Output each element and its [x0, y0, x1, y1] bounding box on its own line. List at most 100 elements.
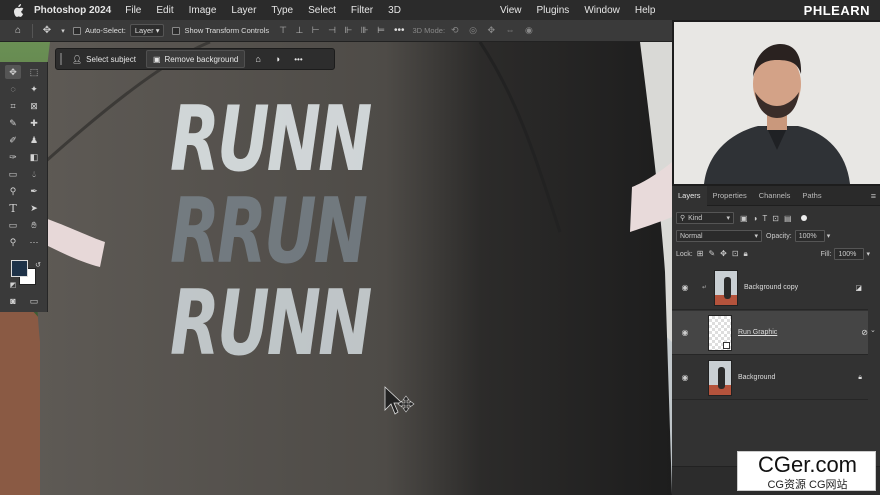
fill-input[interactable]: 100% [834, 248, 865, 260]
app-name[interactable]: Photoshop 2024 [34, 5, 111, 16]
menu-view[interactable]: View [500, 5, 522, 16]
watermark: CGer.com CG资源 CG网站 [737, 451, 876, 491]
marquee-tool-icon[interactable]: ⬚ [27, 65, 41, 79]
chevron-down-icon: ▾ [726, 215, 730, 222]
show-transform-checkbox[interactable] [172, 26, 181, 35]
visibility-eye-icon[interactable]: ◉ [678, 283, 692, 292]
visibility-eye-icon[interactable]: ◉ [678, 328, 692, 337]
opacity-label: Opacity: [766, 232, 792, 240]
move-tool-icon[interactable]: ✥ [6, 65, 20, 79]
align-icons[interactable]: ⊤ ⊥ ⊢ ⊣ ⊩ ⊪ ⊨ [279, 25, 388, 36]
chevron-down-icon[interactable]: ▾ [55, 23, 71, 39]
menu-filter[interactable]: Filter [351, 5, 373, 16]
kind-filter-dropdown[interactable]: ⚲ Kind ▾ [676, 212, 734, 224]
graphic-word-2: RRUN [170, 179, 368, 284]
dodge-tool-icon[interactable]: ⚲ [6, 184, 20, 198]
panel-menu-icon[interactable]: ≡ [871, 191, 876, 201]
select-subject-button[interactable]: 👤︎ Select subject [66, 50, 142, 68]
contextual-task-bar: 👤︎ Select subject ▣ Remove background ⌂ … [55, 48, 335, 70]
menu-select[interactable]: Select [308, 5, 336, 16]
shape-tool-icon[interactable]: ▭ [6, 218, 20, 232]
adjustment-icon[interactable]: ◑ [275, 54, 280, 64]
menu-file[interactable]: File [125, 5, 141, 16]
opacity-input[interactable]: 100% [794, 230, 825, 242]
filter-type-icons[interactable]: ▣◑T⊡▤ [740, 214, 797, 223]
layer-name: Background [738, 374, 776, 381]
layer-row[interactable]: ◉ Run Graphic ⊘ [672, 311, 868, 355]
default-colors-icon[interactable]: ◩ [6, 278, 20, 292]
layer-thumbnail [708, 314, 732, 351]
options-bar: ⌂ ✥ ▾ Auto-Select: Layer ▾ Show Transfor… [0, 20, 672, 42]
frame-tool-icon[interactable]: ⊠ [27, 99, 41, 113]
more-icon[interactable]: ••• [294, 55, 302, 64]
instructor-video [674, 22, 880, 184]
link-icon: ⊘ [861, 328, 868, 337]
fill-label: Fill: [820, 250, 832, 258]
stamp-tool-icon[interactable]: ♟ [27, 133, 41, 147]
path-select-icon[interactable]: ➤ [27, 201, 41, 215]
lock-icons[interactable]: ⊞✎✥⊡🔒︎ [697, 249, 753, 259]
brush-tool-icon[interactable]: ✐ [6, 133, 20, 147]
visibility-eye-icon[interactable]: ◉ [678, 373, 692, 382]
magic-wand-icon[interactable]: ✦ [27, 82, 41, 96]
eyedropper-icon[interactable]: ✎ [6, 116, 20, 130]
menu-window[interactable]: Window [584, 5, 620, 16]
menu-bar: Photoshop 2024 File Edit Image Layer Typ… [0, 0, 880, 20]
layer-thumbnail [708, 359, 732, 396]
blend-mode-value: Normal [680, 232, 703, 240]
apple-icon[interactable] [11, 3, 25, 17]
document-canvas[interactable]: RUNN RRUN RUNN [0, 42, 672, 495]
graphic-word-3: RUNN [170, 271, 372, 376]
fill-chevron-icon[interactable]: ▾ [866, 250, 870, 258]
lasso-tool-icon[interactable]: ◌ [6, 82, 20, 96]
tab-paths[interactable]: Paths [796, 186, 827, 206]
remove-background-button[interactable]: ▣ Remove background [145, 50, 246, 68]
healing-brush-icon[interactable]: ✚ [27, 116, 41, 130]
quick-mask-icon[interactable]: ◙ [6, 294, 20, 308]
auto-select-dropdown[interactable]: Layer ▾ [129, 24, 165, 37]
move-tool-icon[interactable]: ✥ [39, 23, 55, 39]
type-tool-icon[interactable]: T [6, 201, 20, 215]
3d-mode-icons[interactable]: ⟲ ◎ ✥ ⇔ ◉ [451, 25, 537, 36]
tab-layers[interactable]: Layers [672, 185, 707, 206]
opacity-chevron-icon[interactable]: ▾ [827, 232, 831, 240]
blend-mode-dropdown[interactable]: Normal ▾ [676, 230, 762, 242]
home-icon[interactable]: ⌂ [10, 23, 26, 39]
mask-icon[interactable]: ⌂ [255, 54, 260, 64]
kind-label: Kind [688, 214, 703, 222]
menu-type[interactable]: Type [271, 5, 293, 16]
drag-handle[interactable] [60, 53, 62, 65]
layer-row[interactable]: ◉ ↵ Background copy ◪ [672, 266, 868, 310]
tab-channels[interactable]: Channels [753, 186, 797, 206]
menu-plugins[interactable]: Plugins [537, 5, 570, 16]
menu-help[interactable]: Help [635, 5, 656, 16]
history-brush-icon[interactable]: ✑ [6, 150, 20, 164]
menu-edit[interactable]: Edit [156, 5, 173, 16]
gradient-tool-icon[interactable]: ▭ [6, 167, 20, 181]
blur-tool-icon[interactable]: 💧︎ [27, 167, 41, 181]
menu-3d[interactable]: 3D [388, 5, 401, 16]
eraser-tool-icon[interactable]: ◧ [27, 150, 41, 164]
expand-chevron-icon[interactable]: ⌄ [870, 326, 876, 334]
zoom-tool-icon[interactable]: ⚲ [6, 235, 20, 249]
filter-toggle[interactable] [800, 215, 807, 221]
swap-colors-icon[interactable]: ↺ [31, 258, 45, 272]
more-tools-icon[interactable]: ⋯ [27, 235, 41, 249]
screen-mode-icon[interactable]: ▭ [27, 294, 41, 308]
menu-image[interactable]: Image [189, 5, 217, 16]
tab-properties[interactable]: Properties [707, 186, 753, 206]
watermark-line1: CGer.com [757, 452, 858, 477]
auto-select-value: Layer [134, 26, 154, 35]
menu-layer[interactable]: Layer [231, 5, 256, 16]
chevron-down-icon: ▾ [754, 233, 758, 240]
pen-tool-icon[interactable]: ✒ [27, 184, 41, 198]
layer-row[interactable]: ◉ Background 🔒︎ [672, 356, 868, 400]
crop-tool-icon[interactable]: ⌗ [6, 99, 20, 113]
foreground-color-swatch[interactable] [11, 260, 28, 277]
hand-tool-icon[interactable]: ✋︎ [27, 218, 41, 232]
tools-panel: ✥ ⬚ ◌ ✦ ⌗ ⊠ ✎ ✚ ✐ ♟ ✑ ◧ ▭ 💧︎ ⚲ ✒ T ➤ ▭ ✋… [0, 62, 48, 312]
opacity-value: 100% [798, 232, 817, 240]
brand-logo: PHLEARN [803, 2, 870, 18]
more-options-icon[interactable]: ••• [394, 25, 405, 36]
auto-select-checkbox[interactable] [73, 26, 81, 35]
